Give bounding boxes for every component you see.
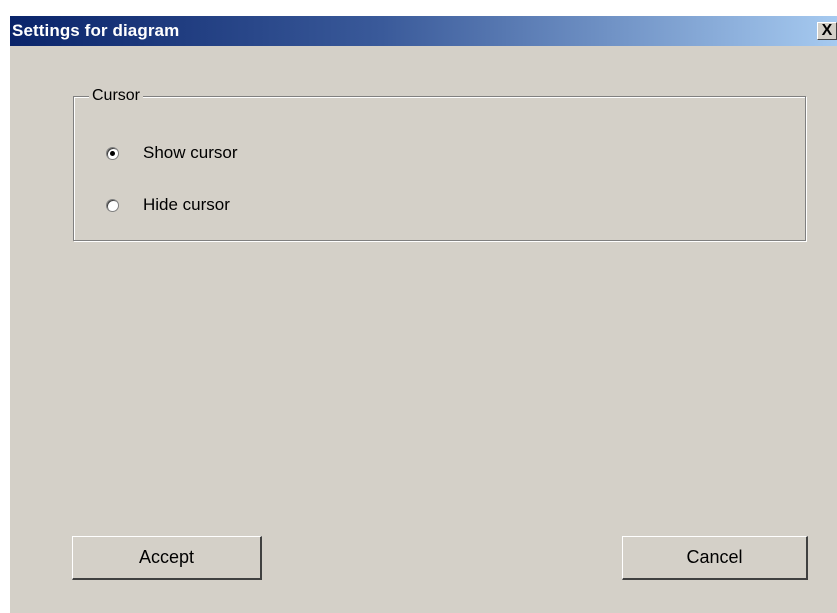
show-cursor-radio[interactable]: Show cursor bbox=[106, 142, 237, 164]
radio-unselected-icon[interactable] bbox=[106, 198, 119, 212]
close-icon: X bbox=[821, 22, 833, 39]
radio-dot-icon bbox=[110, 150, 115, 156]
title-bar[interactable]: Settings for diagram X bbox=[10, 16, 837, 46]
settings-dialog: Settings for diagram X Cursor Show curso… bbox=[10, 16, 837, 613]
close-button[interactable]: X bbox=[817, 22, 837, 40]
hide-cursor-radio[interactable]: Hide cursor bbox=[106, 194, 230, 216]
cursor-group-label: Cursor bbox=[89, 87, 144, 105]
hide-cursor-label[interactable]: Hide cursor bbox=[143, 195, 230, 215]
radio-selected-icon[interactable] bbox=[106, 146, 119, 160]
window-title: Settings for diagram bbox=[12, 21, 180, 40]
show-cursor-label[interactable]: Show cursor bbox=[143, 143, 237, 163]
cancel-button[interactable]: Cancel bbox=[622, 536, 808, 580]
accept-button[interactable]: Accept bbox=[72, 536, 262, 580]
cursor-groupbox bbox=[73, 96, 806, 241]
